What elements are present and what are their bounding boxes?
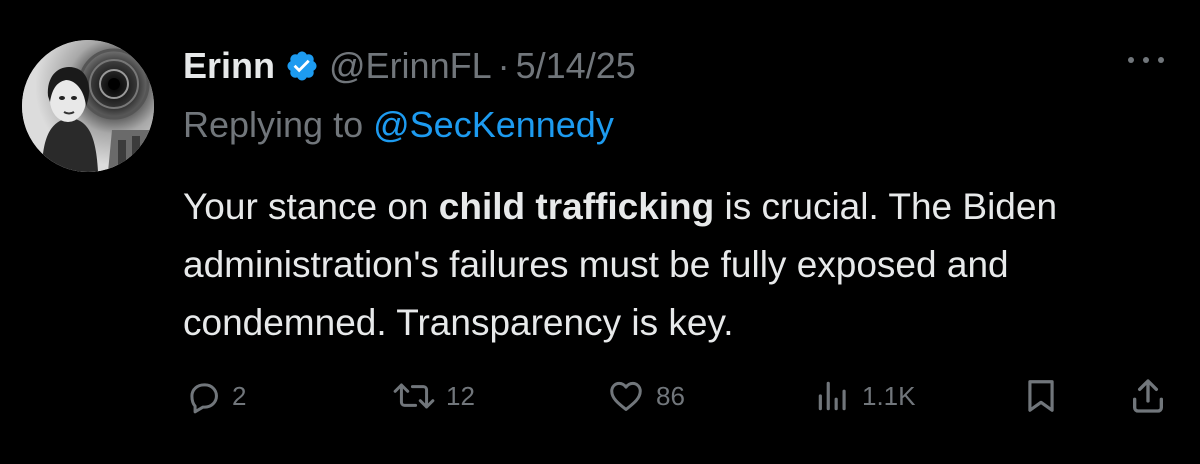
bookmark-icon [1022,377,1060,415]
more-dot [1143,57,1149,63]
tweet-date[interactable]: 5/14/25 [516,45,636,87]
tweet: Erinn @ErinnFL · 5/14/25 Replying to @Se… [0,0,1200,464]
like-button[interactable]: 86 [606,372,685,420]
views-icon [814,377,852,415]
more-dot [1128,57,1134,63]
replying-to-line: Replying to @SecKennedy [183,104,614,146]
share-button[interactable] [1128,372,1168,420]
bookmark-button[interactable] [1022,372,1060,420]
reply-button[interactable]: 2 [184,372,246,420]
more-options-icon[interactable] [1124,48,1168,72]
replying-to-mention[interactable]: @SecKennedy [373,104,614,145]
views-count: 1.1K [862,380,916,411]
tweet-header: Erinn @ErinnFL · 5/14/25 [183,40,636,92]
heart-icon [606,377,646,415]
separator-dot: · [497,45,510,86]
action-bar: 2 12 86 1.1K [0,372,1200,420]
retweet-count: 12 [446,380,475,411]
reply-count: 2 [232,380,247,411]
avatar[interactable] [22,40,154,172]
avatar-image [22,40,154,172]
views-button[interactable]: 1.1K [814,372,916,420]
replying-prefix: Replying to [183,104,364,145]
tweet-text-bold: child trafficking [438,186,715,227]
like-count: 86 [656,380,685,411]
tweet-text-part: Your stance on [183,186,439,227]
author-handle[interactable]: @ErinnFL [329,45,492,87]
reply-icon [184,377,222,415]
retweet-icon [392,377,436,415]
verified-badge-icon [285,49,319,83]
retweet-button[interactable]: 12 [392,372,475,420]
more-dot [1158,57,1164,63]
share-icon [1128,376,1168,416]
author-display-name[interactable]: Erinn [183,45,275,87]
tweet-text: Your stance on child trafficking is cruc… [183,178,1173,352]
